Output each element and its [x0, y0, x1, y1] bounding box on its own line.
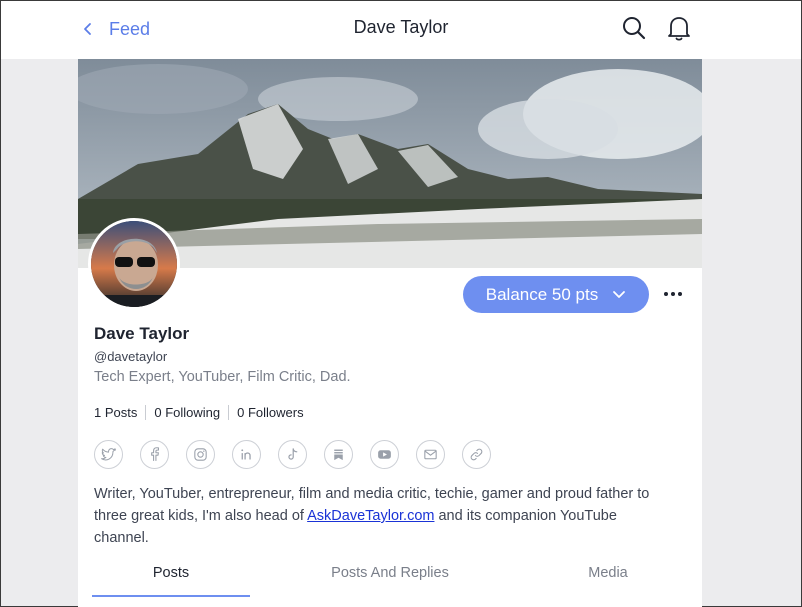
linkedin-icon[interactable]	[232, 440, 261, 469]
balance-label: Balance 50 pts	[485, 284, 599, 304]
youtube-icon[interactable]	[370, 440, 399, 469]
bell-icon[interactable]	[667, 14, 691, 42]
twitter-icon[interactable]	[94, 440, 123, 469]
profile-handle: @davetaylor	[94, 349, 168, 364]
profile-name: Dave Taylor	[94, 324, 190, 343]
profile-tagline: Tech Expert, YouTuber, Film Critic, Dad.	[94, 369, 351, 385]
balance-button[interactable]: Balance 50 pts	[463, 276, 649, 313]
substack-icon[interactable]	[324, 440, 353, 469]
tiktok-icon[interactable]	[278, 440, 307, 469]
following-count[interactable]: 0 Following	[145, 405, 228, 420]
active-tab-indicator	[92, 595, 250, 597]
tab-posts[interactable]: Posts	[92, 565, 250, 581]
profile-photo	[91, 221, 177, 307]
profile-stats: 1 Posts 0 Following 0 Followers	[94, 405, 312, 420]
more-options-icon[interactable]	[662, 284, 684, 304]
followers-count[interactable]: 0 Followers	[228, 405, 311, 420]
instagram-icon[interactable]	[186, 440, 215, 469]
top-bar: Feed Dave Taylor	[1, 1, 801, 59]
search-icon[interactable]	[621, 15, 647, 41]
posts-count[interactable]: 1 Posts	[94, 405, 145, 420]
chevron-down-icon	[613, 290, 626, 298]
facebook-icon[interactable]	[140, 440, 169, 469]
social-links	[94, 440, 491, 469]
profile-card: Balance 50 pts Dave Taylor @davetaylor T…	[78, 59, 702, 607]
tab-media[interactable]: Media	[558, 565, 658, 581]
tab-posts-and-replies[interactable]: Posts And Replies	[308, 565, 472, 581]
profile-tabs: Posts Posts And Replies Media	[78, 559, 702, 599]
profile-bio: Writer, YouTuber, entrepreneur, film and…	[94, 483, 654, 549]
avatar[interactable]	[88, 218, 180, 310]
link-icon[interactable]	[462, 440, 491, 469]
website-link[interactable]: AskDaveTaylor.com	[307, 508, 434, 524]
email-icon[interactable]	[416, 440, 445, 469]
